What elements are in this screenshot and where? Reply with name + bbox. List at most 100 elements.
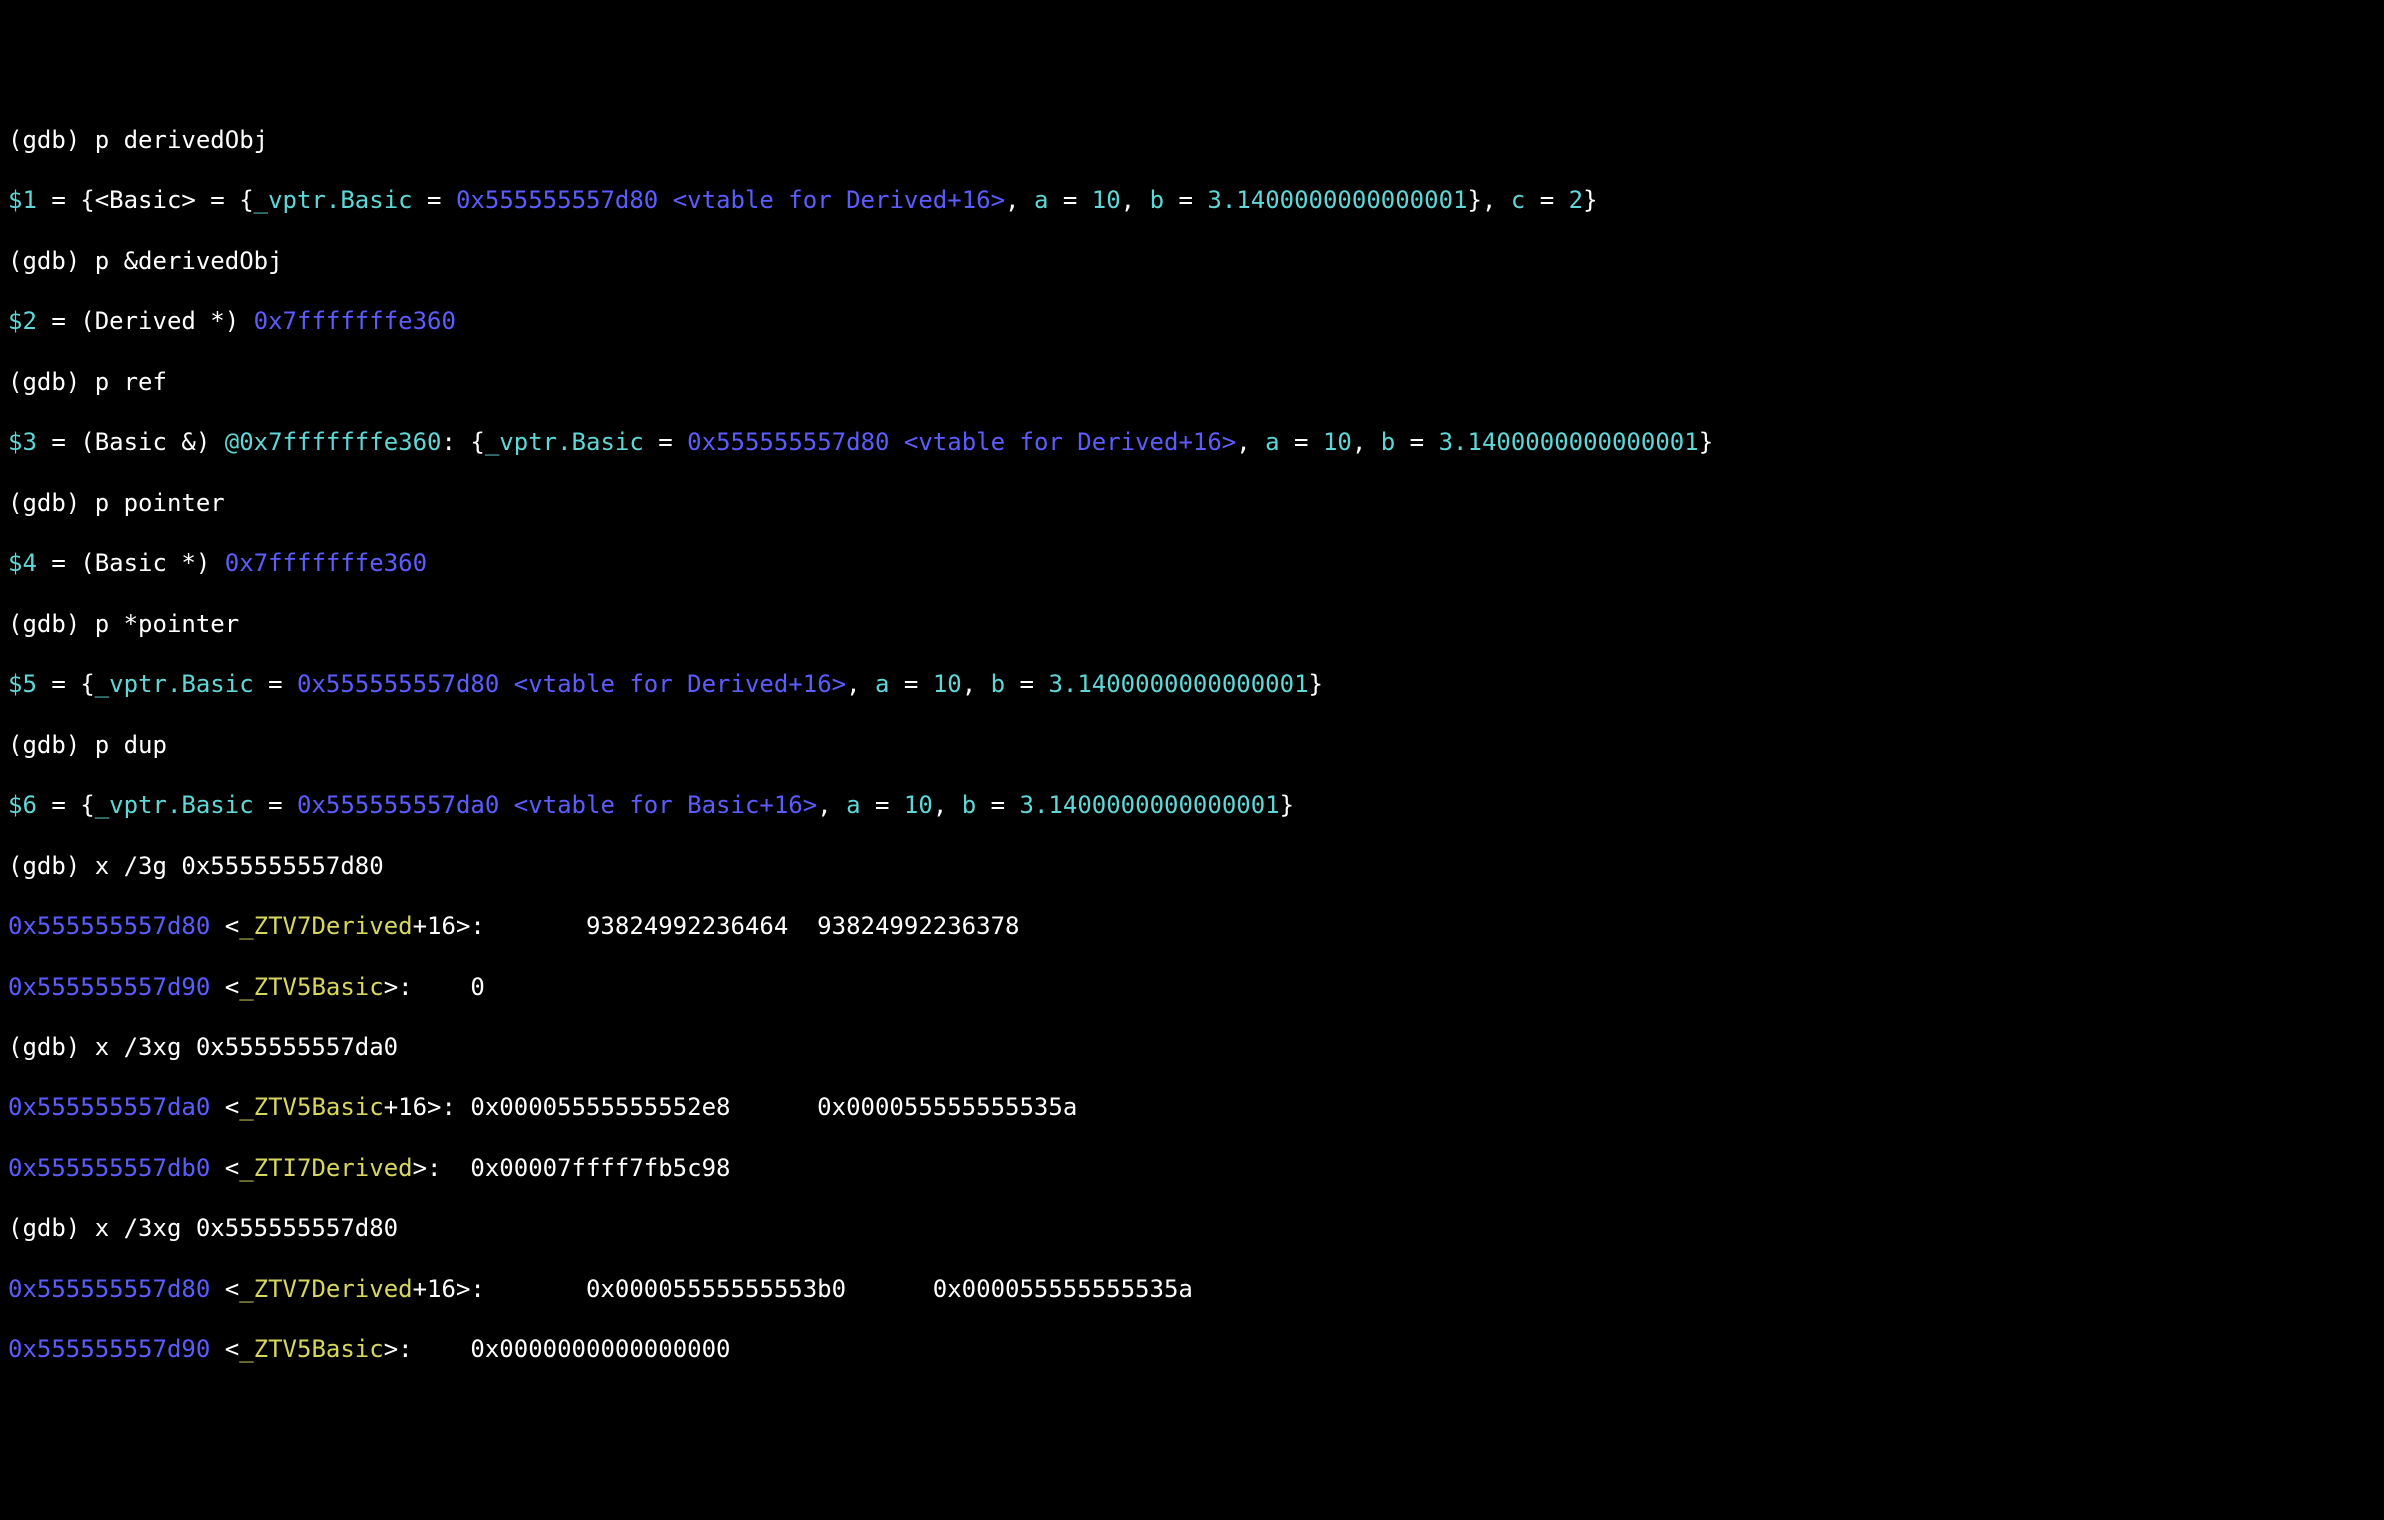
address-ref: @0x7fffffffe360 — [225, 428, 442, 456]
text: , — [1352, 428, 1381, 456]
text: , — [1121, 186, 1150, 214]
symbol: _ZTV7Derived — [239, 1275, 412, 1303]
text: +16>: 93824992236464 93824992236378 — [413, 912, 1020, 940]
symbol: _ZTV5Basic — [239, 1335, 384, 1363]
text: < — [210, 912, 239, 940]
text: , — [1236, 428, 1265, 456]
cmd-text: (gdb) p derivedObj — [8, 126, 268, 154]
text: , — [962, 670, 991, 698]
result-var: $5 — [8, 670, 37, 698]
text: = — [1525, 186, 1568, 214]
text: = { — [37, 791, 95, 819]
address: 0x555555557da0 — [8, 1093, 210, 1121]
symbol: _ZTV7Derived — [239, 912, 412, 940]
field: a — [1265, 428, 1279, 456]
gdb-output: $4 = (Basic *) 0x7fffffffe360 — [8, 548, 2376, 578]
gdb-output: $3 = (Basic &) @0x7fffffffe360: {_vptr.B… — [8, 427, 2376, 457]
text: } — [1309, 670, 1323, 698]
text: = (Basic &) — [37, 428, 225, 456]
text: = — [1164, 186, 1207, 214]
gdb-command[interactable]: (gdb) p ref — [8, 367, 2376, 397]
text: } — [1280, 791, 1294, 819]
cmd-text: (gdb) p pointer — [8, 489, 225, 517]
gdb-command[interactable]: (gdb) p pointer — [8, 488, 2376, 518]
address: 0x555555557d90 — [8, 973, 210, 1001]
gdb-output: 0x555555557d80 <_ZTV7Derived+16>: 0x0000… — [8, 1274, 2376, 1304]
result-var: $1 — [8, 186, 37, 214]
gdb-command[interactable]: (gdb) p *pointer — [8, 609, 2376, 639]
text: } — [1583, 186, 1597, 214]
address: 0x555555557db0 — [8, 1154, 210, 1182]
gdb-command[interactable]: (gdb) p derivedObj — [8, 125, 2376, 155]
field: _vptr.Basic — [95, 670, 254, 698]
text: , — [933, 791, 962, 819]
text: = — [861, 791, 904, 819]
cmd-text: (gdb) x /3xg 0x555555557da0 — [8, 1033, 398, 1061]
text: >: 0x0000000000000000 — [384, 1335, 731, 1363]
text: = — [976, 791, 1019, 819]
symbol: _ZTI7Derived — [239, 1154, 412, 1182]
field: a — [1034, 186, 1048, 214]
value: 3.1400000000000001 — [1439, 428, 1699, 456]
field: b — [991, 670, 1005, 698]
gdb-command[interactable]: (gdb) p dup — [8, 730, 2376, 760]
value: 10 — [1092, 186, 1121, 214]
field: _vptr.Basic — [254, 186, 413, 214]
address: 0x7fffffffe360 — [225, 549, 427, 577]
cmd-text: (gdb) p &derivedObj — [8, 247, 283, 275]
field: _vptr.Basic — [95, 791, 254, 819]
field: _vptr.Basic — [485, 428, 644, 456]
gdb-output: $2 = (Derived *) 0x7fffffffe360 — [8, 306, 2376, 336]
gdb-output: $1 = {<Basic> = {_vptr.Basic = 0x5555555… — [8, 185, 2376, 215]
value: 3.1400000000000001 — [1020, 791, 1280, 819]
cmd-text: (gdb) p dup — [8, 731, 167, 759]
symbol: _ZTV5Basic — [239, 973, 384, 1001]
text: < — [210, 1093, 239, 1121]
text: , — [817, 791, 846, 819]
text: = — [1048, 186, 1091, 214]
text: = — [1395, 428, 1438, 456]
text: < — [210, 973, 239, 1001]
value: 3.1400000000000001 — [1207, 186, 1467, 214]
cmd-text: (gdb) x /3g 0x555555557d80 — [8, 852, 384, 880]
text: = (Basic *) — [37, 549, 225, 577]
text: >: 0x00007ffff7fb5c98 — [413, 1154, 731, 1182]
gdb-output: 0x555555557d80 <_ZTV7Derived+16>: 938249… — [8, 911, 2376, 941]
gdb-command[interactable]: (gdb) x /3xg 0x555555557d80 — [8, 1213, 2376, 1243]
address: 0x555555557d80 <vtable for Derived+16> — [456, 186, 1005, 214]
address: 0x555555557d80 — [8, 1275, 210, 1303]
text: = — [1005, 670, 1048, 698]
gdb-output: 0x555555557d90 <_ZTV5Basic>: 0x000000000… — [8, 1334, 2376, 1364]
address: 0x555555557d80 <vtable for Derived+16> — [297, 670, 846, 698]
value: 10 — [1323, 428, 1352, 456]
gdb-command[interactable]: (gdb) x /3xg 0x555555557da0 — [8, 1032, 2376, 1062]
field: c — [1511, 186, 1525, 214]
text: >: 0 — [384, 973, 485, 1001]
result-var: $6 — [8, 791, 37, 819]
symbol: _ZTV5Basic — [239, 1093, 384, 1121]
value: 10 — [904, 791, 933, 819]
gdb-output: 0x555555557db0 <_ZTI7Derived>: 0x00007ff… — [8, 1153, 2376, 1183]
address: 0x555555557da0 <vtable for Basic+16> — [297, 791, 817, 819]
text: = — [254, 791, 297, 819]
address: 0x555555557d80 — [8, 912, 210, 940]
text: < — [210, 1335, 239, 1363]
text: = — [254, 670, 297, 698]
text: < — [210, 1154, 239, 1182]
gdb-output: 0x555555557da0 <_ZTV5Basic+16>: 0x000055… — [8, 1092, 2376, 1122]
text: } — [1699, 428, 1713, 456]
text: = (Derived *) — [37, 307, 254, 335]
text: = — [1280, 428, 1323, 456]
gdb-command[interactable]: (gdb) x /3g 0x555555557d80 — [8, 851, 2376, 881]
gdb-command[interactable]: (gdb) p &derivedObj — [8, 246, 2376, 276]
text: = — [889, 670, 932, 698]
address: 0x555555557d90 — [8, 1335, 210, 1363]
field: b — [962, 791, 976, 819]
text: = — [644, 428, 687, 456]
text: = {<Basic> = { — [37, 186, 254, 214]
cmd-text: (gdb) p *pointer — [8, 610, 239, 638]
result-var: $3 — [8, 428, 37, 456]
value: 10 — [933, 670, 962, 698]
address: 0x7fffffffe360 — [254, 307, 456, 335]
gdb-output: $6 = {_vptr.Basic = 0x555555557da0 <vtab… — [8, 790, 2376, 820]
